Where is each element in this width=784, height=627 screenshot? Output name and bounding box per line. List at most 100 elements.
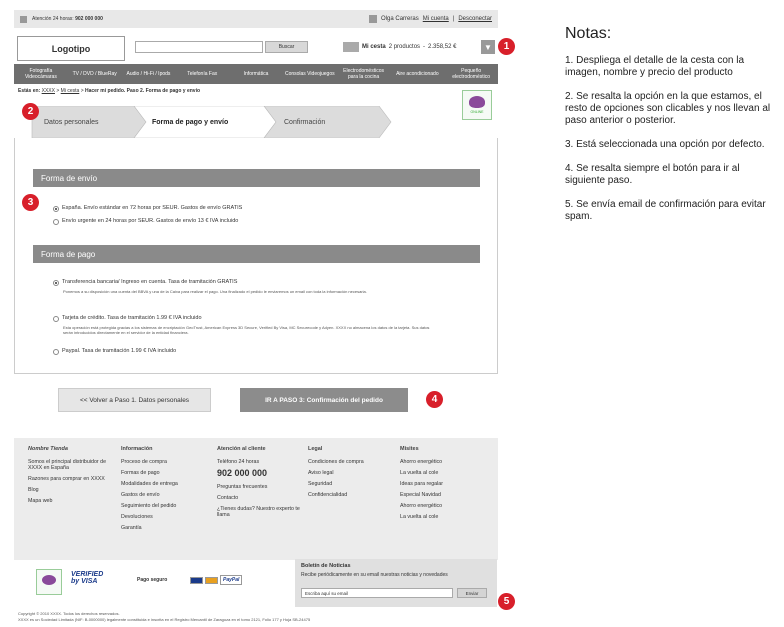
footer-link[interactable]: Seguimiento del pedido: [121, 503, 206, 509]
search-input[interactable]: [135, 41, 263, 53]
footer-col-title: Nombre Tienda: [28, 446, 68, 452]
newsletter-title: Boletín de Noticias: [301, 563, 351, 569]
footer-link[interactable]: Confidencialidad: [308, 492, 388, 498]
footer-link[interactable]: La vuelta al cole: [400, 514, 480, 520]
shipping-option-urgent[interactable]: Envío urgente en 24 horas por SEUR. Gast…: [53, 218, 238, 225]
note-item: 4. Se resalta siempre el botón para ir a…: [565, 163, 740, 186]
footer-link[interactable]: Ahorro energético: [400, 503, 480, 509]
user-name: Olga Carreras: [381, 16, 419, 22]
footer-col-info: Información Proceso de compra Formas de …: [121, 446, 206, 536]
cart-total: 2.358,52 €: [428, 44, 457, 50]
radio-button[interactable]: [53, 315, 59, 322]
wireframe: Atención 24 horas: 902 000 000 Olga Carr…: [14, 10, 498, 627]
option-label: Transferencia bancaria/ Ingreso en cuent…: [62, 279, 238, 285]
footer-col-store: Nombre Tienda Somos el principal distrib…: [28, 446, 108, 509]
note-item: 2. Se resalta la opción en la que estamo…: [565, 91, 771, 126]
legal-line: XXXX es un Sociedad Limitada (NIF: B-000…: [18, 617, 311, 622]
payment-section-title: Forma de pago: [33, 245, 480, 263]
nav-item-aircon[interactable]: Aire acondicionado: [390, 64, 444, 84]
newsletter-text: Recibe periódicamente en su email nuestr…: [301, 572, 448, 578]
trust-seal-small: [36, 569, 62, 595]
radio-button[interactable]: [53, 279, 59, 286]
option-label: Tarjeta de crédito. Tasa de tramitación …: [62, 315, 202, 321]
step-payment-shipping: Forma de pago y envío: [152, 118, 229, 126]
footer-link[interactable]: ¿Tienes dudas? Nuestro experto te llama: [217, 506, 307, 518]
footer-link[interactable]: Ahorro energético: [400, 459, 480, 465]
annotation-marker-1: 1: [498, 38, 515, 55]
footer-link[interactable]: Somos el principal distribuidor de XXXX …: [28, 459, 108, 471]
footer-col-title: Atención al cliente: [217, 446, 266, 452]
newsletter-email-input[interactable]: Escriba aquí su email: [301, 588, 453, 598]
step-navigation: << Volver a Paso 1. Datos personales IR …: [14, 388, 498, 418]
breadcrumb-sep: >: [56, 88, 60, 94]
visa-card-icon: [190, 576, 203, 584]
footer-link[interactable]: Garantía: [121, 525, 206, 531]
newsletter-box: Boletín de Noticias Recibe periódicament…: [295, 559, 497, 607]
nav-item-audio[interactable]: Audio / Hi-Fi / Ipods: [122, 64, 176, 84]
header: Logotipo Buscar Mi cesta 2 productos - 2…: [14, 34, 498, 61]
footer-link[interactable]: Razones para comprar en XXXX: [28, 476, 108, 482]
option-label: Paypal. Tasa de tramitación 1.99 € IVA i…: [62, 348, 177, 354]
footer-link[interactable]: Ideas para regalar: [400, 481, 480, 487]
footer-link[interactable]: Contacto: [217, 495, 307, 501]
note-item: 5. Se envía email de confirmación para e…: [565, 199, 766, 222]
cart-icon: [343, 42, 359, 52]
payment-badges: VERIFIED by VISA Pago seguro PayPal: [14, 561, 292, 606]
phone-label: Atención 24 horas:: [32, 16, 74, 22]
step-confirmation[interactable]: Confirmación: [264, 106, 325, 138]
nav-item-kitchen[interactable]: Electrodomésticos para la cocina: [337, 64, 391, 84]
footer-link[interactable]: Aviso legal: [308, 470, 388, 476]
footer-link[interactable]: Formas de pago: [121, 470, 206, 476]
footer-link[interactable]: Modalidades de entrega: [121, 481, 206, 487]
footer-col-legal: Legal Condiciones de compra Aviso legal …: [308, 446, 388, 503]
notes-title: Notas:: [565, 25, 612, 42]
footer-link[interactable]: Preguntas frecuentes: [217, 484, 307, 490]
nav-item-computing[interactable]: Informática: [229, 64, 283, 84]
nav-item-small-appliances[interactable]: Pequeño electrodoméstico: [444, 64, 498, 84]
footer-link[interactable]: Seguridad: [308, 481, 388, 487]
radio-button[interactable]: [53, 348, 59, 355]
notes-panel: Notas: 1. Despliega el detalle de la ces…: [565, 25, 775, 235]
search-button[interactable]: Buscar: [265, 41, 308, 53]
radio-button[interactable]: [53, 218, 59, 225]
breadcrumb-prefix: Estás en:: [18, 88, 41, 94]
nav-item-photo[interactable]: Fotografía Videocámaras: [14, 64, 68, 84]
footer-link[interactable]: Proceso de compra: [121, 459, 206, 465]
my-account-link[interactable]: Mi cuenta: [423, 16, 449, 22]
payment-option-card[interactable]: Tarjeta de crédito. Tasa de tramitación …: [53, 315, 202, 322]
logout-link[interactable]: Desconectar: [458, 16, 492, 22]
annotation-marker-5: 5: [498, 593, 515, 610]
back-button[interactable]: << Volver a Paso 1. Datos personales: [58, 388, 211, 412]
footer-link[interactable]: Especial Navidad: [400, 492, 480, 498]
footer-link[interactable]: La vuelta al cole: [400, 470, 480, 476]
category-nav: Fotografía Videocámaras TV / DVD / BlueR…: [14, 64, 498, 84]
cart-count: 2 productos: [388, 44, 421, 50]
breadcrumb-cart[interactable]: Mi cesta: [61, 88, 80, 94]
payment-option-transfer[interactable]: Transferencia bancaria/ Ingreso en cuent…: [53, 279, 237, 286]
payment-option-paypal[interactable]: Paypal. Tasa de tramitación 1.99 € IVA i…: [53, 348, 176, 355]
next-step-button[interactable]: IR A PASO 3: Confirmación del pedido: [240, 388, 408, 412]
footer-link[interactable]: Gastos de envío: [121, 492, 206, 498]
footer-link[interactable]: Blog: [28, 487, 108, 493]
cart-summary[interactable]: Mi cesta 2 productos - 2.358,52 €: [343, 40, 481, 54]
radio-button[interactable]: [53, 205, 59, 212]
card-logos: PayPal: [190, 575, 243, 585]
phone-icon: [20, 15, 27, 23]
nav-item-consoles[interactable]: Consolas Videojuegos: [283, 64, 337, 84]
support-phone-label: Teléfono 24 horas: [217, 459, 260, 465]
shipping-section-title: Forma de envío: [33, 169, 480, 187]
logo[interactable]: Logotipo: [17, 36, 125, 61]
breadcrumb-current: Hacer mi pedido. Paso 2. Forma de pago y…: [85, 88, 201, 94]
nav-item-tv[interactable]: TV / DVD / BlueRay: [68, 64, 122, 84]
nav-item-phone[interactable]: Telefonía Fax: [175, 64, 229, 84]
paypal-icon: PayPal: [220, 575, 243, 585]
newsletter-submit-button[interactable]: Enviar: [457, 588, 487, 598]
cart-dropdown-icon[interactable]: ▼: [481, 40, 495, 54]
shipping-option-standard[interactable]: España. Envío estándar en 72 horas por S…: [53, 205, 242, 212]
annotation-marker-4: 4: [426, 391, 443, 408]
footer-link[interactable]: Mapa web: [28, 498, 108, 504]
footer-link[interactable]: Devoluciones: [121, 514, 206, 520]
breadcrumb-home[interactable]: XXXX: [42, 88, 55, 94]
footer-link[interactable]: Condiciones de compra: [308, 459, 388, 465]
top-bar: Atención 24 horas: 902 000 000 Olga Carr…: [14, 10, 498, 28]
